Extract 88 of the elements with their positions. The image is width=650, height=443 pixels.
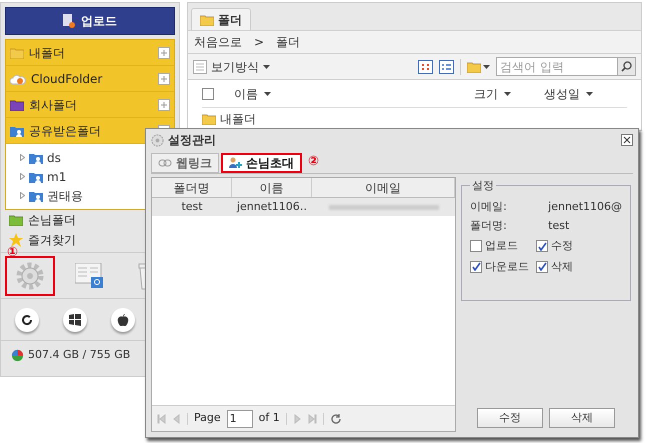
apple-icon: [117, 314, 129, 326]
breadcrumb-link[interactable]: 처음으로: [194, 33, 242, 51]
client-button[interactable]: [63, 308, 87, 332]
caret-icon: [504, 92, 511, 96]
checkbox[interactable]: [470, 240, 482, 252]
field-value: jennet1106@: [548, 199, 622, 216]
breadcrumb-separator: >: [254, 34, 264, 51]
field-label: 폴더명:: [470, 218, 508, 234]
star-icon: [9, 233, 23, 247]
shared-folder-icon: [29, 170, 43, 182]
folder-item[interactable]: CloudFolder: [6, 66, 174, 92]
refresh-icon[interactable]: [330, 412, 342, 424]
file-name[interactable]: 내폴더: [220, 110, 256, 128]
dialog-button[interactable]: 삭제: [549, 408, 616, 428]
gear-icon: [15, 260, 45, 290]
checkbox-label: 수정: [551, 238, 574, 254]
upload-icon: [63, 14, 75, 28]
table-cell-text: jennet1106‥: [236, 198, 308, 215]
column-header[interactable]: 폴더명: [152, 178, 232, 197]
windows-icon: [69, 314, 81, 326]
checkbox-label: 업로드: [485, 238, 518, 254]
list-view-icon[interactable]: [439, 60, 454, 74]
folder-tab[interactable]: 폴더: [191, 8, 251, 30]
callout-number: ①: [7, 244, 18, 262]
folder-icon: [200, 14, 214, 26]
caret-icon: [586, 92, 593, 96]
upload-button[interactable]: 업로드: [5, 7, 175, 35]
field-label: 이메일:: [470, 199, 508, 216]
column-header[interactable]: 이메일: [312, 178, 456, 197]
checkbox[interactable]: [470, 260, 482, 273]
search-button[interactable]: [618, 57, 636, 76]
field-value: test: [548, 218, 570, 234]
folder-icon: [202, 113, 216, 125]
sync-icon: [21, 314, 33, 326]
folder-icon: [10, 46, 24, 58]
breadcrumb-link[interactable]: 폴더: [276, 33, 300, 51]
page-label: Page: [194, 410, 221, 426]
add-icon[interactable]: [158, 46, 170, 58]
caret-icon: [263, 64, 270, 68]
page-input[interactable]: 1: [226, 410, 253, 428]
search-icon: [621, 61, 632, 72]
expand-arrow-icon[interactable]: [20, 154, 25, 161]
gear-icon: [151, 134, 164, 146]
column-header[interactable]: 크기: [474, 84, 544, 102]
list-icon: [193, 60, 207, 74]
storage-usage: 507.4 GB / 755 GB: [28, 347, 130, 364]
close-icon[interactable]: [621, 134, 633, 146]
view-mode-dropdown[interactable]: 보기방식: [193, 58, 270, 76]
user-add-icon: [229, 157, 242, 169]
folder-item[interactable]: 내폴더: [6, 40, 174, 66]
pie-chart-icon: [11, 349, 24, 362]
callout-number: ②: [308, 153, 320, 172]
shared-folder-icon: [10, 124, 24, 136]
dialog-button[interactable]: 수정: [477, 408, 544, 428]
search-field[interactable]: 검색어 입력: [496, 57, 618, 76]
checkbox-label: 삭제: [551, 258, 574, 274]
tab[interactable]: 웹링크: [151, 153, 219, 173]
client-button[interactable]: [15, 308, 39, 332]
add-icon[interactable]: [158, 98, 170, 110]
folder-filter-dropdown[interactable]: [467, 60, 490, 72]
window-search-icon: [75, 262, 105, 288]
tool-button[interactable]: [5, 256, 55, 296]
thumbnail-view-icon[interactable]: [418, 60, 433, 74]
column-header[interactable]: 이름: [234, 84, 474, 102]
checkbox-label: 다운로드: [485, 258, 530, 274]
table-cell-text: test: [180, 198, 204, 215]
folder-icon: [467, 60, 481, 72]
page-count: of 1: [258, 410, 280, 426]
checkbox[interactable]: [202, 88, 214, 100]
expand-arrow-icon[interactable]: [20, 173, 25, 180]
folder-icon: [10, 98, 24, 110]
caret-icon: [264, 92, 271, 96]
cloud-icon: [10, 72, 26, 84]
expand-arrow-icon[interactable]: [20, 192, 25, 199]
checkbox[interactable]: [536, 240, 548, 252]
shared-folder-icon: [29, 190, 43, 202]
client-button[interactable]: [111, 308, 135, 332]
checkbox[interactable]: [536, 260, 548, 273]
folder-item[interactable]: 회사폴더: [6, 92, 174, 118]
shared-folder-icon: [29, 152, 43, 164]
tab[interactable]: 손님초대: [221, 153, 302, 173]
add-icon[interactable]: [158, 72, 170, 84]
column-header[interactable]: 이름: [232, 178, 312, 197]
sidebar-item[interactable]: 손님폴더: [1, 210, 179, 230]
column-header[interactable]: 생성일: [544, 84, 593, 102]
caret-icon: [483, 64, 490, 68]
link-icon: [158, 159, 172, 167]
folder-icon: [9, 214, 23, 226]
